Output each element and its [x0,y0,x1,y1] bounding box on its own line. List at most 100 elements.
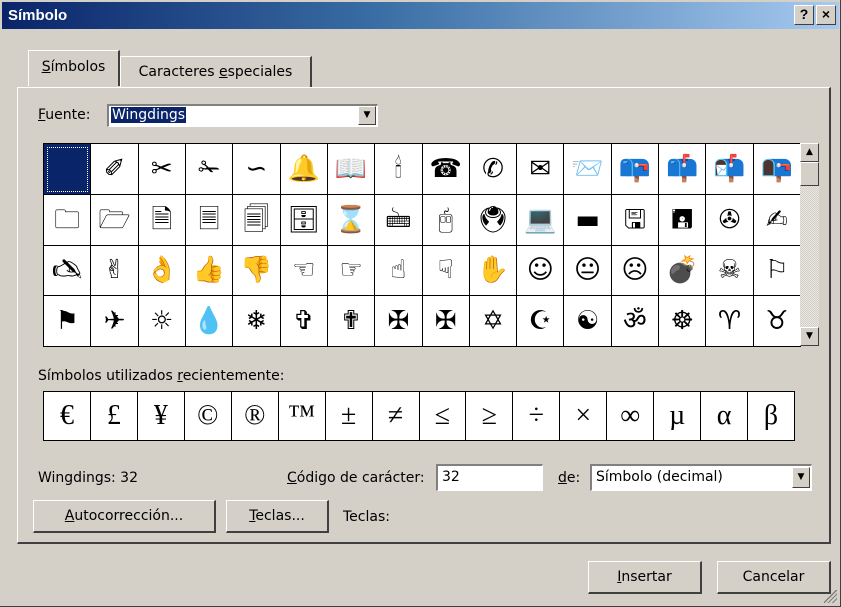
symbol-cell[interactable]: 🖲 [469,194,518,246]
symbol-cell[interactable]: ✌ [91,245,139,297]
font-label: Fuente: [38,107,90,123]
symbol-cell[interactable]: 🗄 [280,194,328,246]
resize-grip-icon[interactable] [824,590,837,603]
symbol-cell[interactable]: ☝ [375,245,423,297]
help-button[interactable]: ? [794,5,814,25]
symbol-cell[interactable]: 🖫 [611,194,660,246]
symbol-cell[interactable]: 💣 [659,245,707,297]
symbol-cell[interactable]: ☞ [327,245,376,297]
symbol-cell[interactable]: ☼ [138,296,186,347]
recent-symbol-cell[interactable]: ≥ [466,392,514,441]
recent-symbol-cell[interactable]: ® [231,392,279,441]
symbol-cell[interactable]: ⌛ [327,194,376,246]
symbol-cell[interactable]: ✋ [469,245,518,297]
symbol-cell[interactable]: 👎 [233,245,281,297]
symbol-cell[interactable]: ✠ [422,296,470,347]
recent-symbol-cell[interactable]: × [560,392,608,441]
recent-symbol-cell[interactable]: ÷ [513,392,561,441]
symbol-cell[interactable]: 😐 [564,245,612,297]
symbol-cell[interactable]: 💻 [517,194,565,246]
symbol-cell[interactable]: ✞ [280,296,328,347]
symbol-cell[interactable]: 🕯 [375,144,423,195]
recent-symbol-cell[interactable]: ¥ [137,392,185,441]
symbol-cell[interactable]: 🖪 [659,194,707,246]
symbol-cell[interactable]: 🔔 [280,144,328,195]
symbol-cell[interactable]: ✆ [469,144,518,195]
symbol-cell[interactable]: ✡ [469,296,518,347]
symbol-cell[interactable]: 👍 [185,245,234,297]
symbol-cell[interactable]: ✂ [138,144,186,195]
symbol-cell[interactable]: 📨 [564,144,612,195]
symbol-cell[interactable]: ☹ [611,245,660,297]
scroll-down-button[interactable]: ▼ [800,327,819,346]
symbol-cell[interactable]: ✉ [517,144,565,195]
symbol-cell[interactable]: ✁ [185,144,234,195]
recent-symbol-cell[interactable]: ∞ [607,392,655,441]
symbol-cell[interactable]: ▬ [564,194,612,246]
symbol-cell[interactable]: ✈ [91,296,139,347]
symbol-grid: ✐ ✂ ✁ ∽ 🔔 📖 🕯 ☎ ✆ ✉ 📨 📪 📫 📬 📭 🗀 🗁 🗎 🗏 🗐 🗄 ⌛ 🖮 🖰 🖲 💻 ▬ 🖫 🖪 ✇ ✍ 🖎 ✌ 👌 👍 👎 ☜ ☞ ☝ ☟… [43,143,801,347]
symbol-cell[interactable]: 🗀 [44,194,92,246]
shortcut-keys-button[interactable]: Teclas... [226,500,329,533]
symbol-cell[interactable]: 💧 [185,296,234,347]
symbol-cell[interactable] [44,144,92,195]
symbol-cell[interactable]: 📪 [611,144,660,195]
symbol-cell[interactable]: ☟ [422,245,470,297]
symbol-grid-scrollbar[interactable]: ▲ ▼ [800,143,819,346]
char-code-input[interactable]: 32 [436,464,543,491]
symbol-cell[interactable]: ❄ [233,296,281,347]
symbol-cell[interactable]: ♉ [753,296,801,347]
recent-symbol-cell[interactable]: µ [654,392,702,441]
font-dropdown-button[interactable]: ▼ [358,106,376,125]
symbol-cell[interactable]: 🗁 [91,194,139,246]
symbol-cell[interactable]: 📬 [706,144,754,195]
symbol-cell[interactable]: 📫 [659,144,707,195]
tab-caracteres-especiales[interactable]: Caracteres especiales [120,56,312,87]
symbol-cell[interactable]: 🖮 [375,194,423,246]
symbol-cell[interactable]: 📖 [327,144,376,195]
recent-symbol-cell[interactable]: ± [325,392,373,441]
recent-symbol-cell[interactable]: ≤ [419,392,467,441]
scroll-thumb[interactable] [800,162,819,186]
symbol-cell[interactable]: ⚑ [44,296,92,347]
symbol-cell[interactable]: 🗎 [138,194,186,246]
symbol-cell[interactable]: ✇ [706,194,754,246]
insert-button[interactable]: Insertar [588,561,702,594]
symbol-cell[interactable]: ✟ [327,296,376,347]
symbol-cell[interactable]: ☯ [564,296,612,347]
recent-symbol-cell[interactable]: ™ [278,392,326,441]
encoding-dropdown-button[interactable]: ▼ [792,467,810,488]
recent-symbol-cell[interactable]: β [748,392,795,441]
font-select[interactable]: Wingdings [107,104,378,127]
symbol-cell[interactable]: ☠ [706,245,754,297]
symbol-cell[interactable]: 🗏 [185,194,234,246]
symbol-cell[interactable]: ☎ [422,144,470,195]
symbol-cell[interactable]: ✐ [91,144,139,195]
recent-symbol-cell[interactable]: α [701,392,749,441]
symbol-cell[interactable]: ☪ [517,296,565,347]
symbol-cell[interactable]: ☸ [659,296,707,347]
recent-symbol-cell[interactable]: ≠ [372,392,420,441]
symbol-cell[interactable]: ॐ [611,296,660,347]
cancel-button[interactable]: Cancelar [717,561,831,594]
symbol-cell[interactable]: 🖰 [422,194,470,246]
autocorrect-button[interactable]: Autocorrección... [33,500,216,533]
symbol-cell[interactable]: ⚐ [753,245,801,297]
scroll-up-button[interactable]: ▲ [800,143,819,162]
symbol-cell[interactable]: ♈ [706,296,754,347]
symbol-cell[interactable]: 🖎 [44,245,92,297]
symbol-cell[interactable]: 📭 [753,144,801,195]
symbol-cell[interactable]: ∽ [233,144,281,195]
symbol-cell[interactable]: ☺ [517,245,565,297]
encoding-select[interactable]: Símbolo (decimal) [590,464,812,491]
recent-symbol-cell[interactable]: £ [90,392,138,441]
symbol-cell[interactable]: ☜ [280,245,328,297]
symbol-cell[interactable]: 👌 [138,245,186,297]
symbol-cell[interactable]: ✍ [753,194,801,246]
recent-symbol-cell[interactable]: € [44,392,91,441]
tab-simbolos[interactable]: Símbolos [28,50,120,86]
recent-symbol-cell[interactable]: © [184,392,232,441]
close-button[interactable]: × [816,5,836,25]
symbol-cell[interactable]: 🗐 [233,194,281,246]
symbol-cell[interactable]: ✠ [375,296,423,347]
